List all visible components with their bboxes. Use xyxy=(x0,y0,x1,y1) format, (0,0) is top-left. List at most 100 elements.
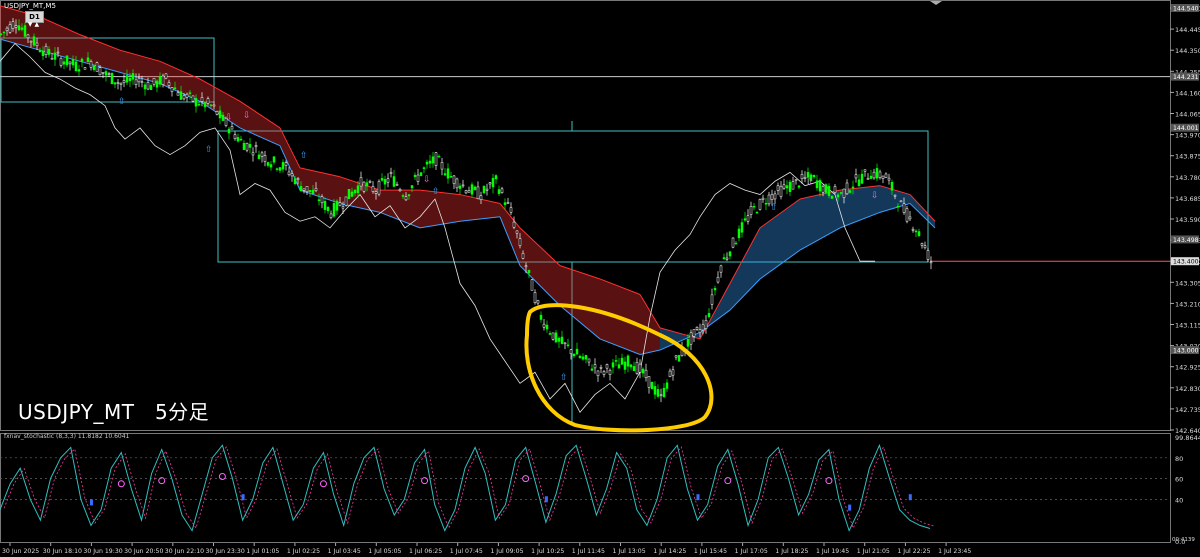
candle-body xyxy=(410,185,414,189)
candle-body xyxy=(146,82,150,90)
candle-body xyxy=(560,336,564,344)
candle-body xyxy=(251,152,255,156)
osc-marker xyxy=(218,473,226,481)
candle-body xyxy=(176,92,180,96)
candle-body xyxy=(260,152,264,157)
candle-body xyxy=(149,85,153,90)
candle-body xyxy=(779,185,783,197)
candle-body xyxy=(296,178,300,180)
candle-body xyxy=(914,230,918,233)
candle-body xyxy=(71,59,75,66)
candle-body xyxy=(131,73,135,80)
candle-body xyxy=(167,82,171,86)
candle-body xyxy=(386,178,390,183)
candle-body xyxy=(890,182,894,191)
candle-body xyxy=(194,98,198,107)
candle-body xyxy=(722,257,726,260)
candle-body xyxy=(179,91,183,100)
candle-body xyxy=(185,93,189,98)
candle-body xyxy=(110,72,114,85)
candle-body xyxy=(230,126,234,130)
candle-body xyxy=(695,327,699,330)
stochastic-oscillator xyxy=(0,443,1170,532)
osc-bar xyxy=(89,499,93,506)
candle-body xyxy=(716,276,720,283)
time-tick-label: 30 Jun 23:30 xyxy=(206,548,245,555)
candle-body xyxy=(770,194,774,200)
candle-body xyxy=(395,184,399,186)
time-tick-label: 1 Jul 02:25 xyxy=(287,548,320,555)
signal-arrow-up-icon: ⇧ xyxy=(205,145,213,155)
candle-body xyxy=(422,167,426,169)
candle-body xyxy=(380,178,384,181)
candle-body xyxy=(557,337,561,342)
level-marker-label: 143.400 xyxy=(1173,259,1199,266)
time-tick-label: 1 Jul 10:25 xyxy=(531,548,564,555)
candle-body xyxy=(563,342,567,345)
candle-body xyxy=(701,324,705,331)
candle-body xyxy=(740,222,744,233)
candle-body xyxy=(197,103,201,106)
candle-body xyxy=(320,196,324,204)
candle-body xyxy=(398,189,402,192)
price-tick-label: 142.830 xyxy=(1175,385,1200,393)
price-tick-label: 144.160 xyxy=(1175,89,1200,97)
candle-body xyxy=(530,279,534,291)
osc-tick-label: 80 xyxy=(1175,455,1183,463)
candle-body xyxy=(344,196,348,206)
candle-body xyxy=(764,203,768,205)
candle-body xyxy=(305,185,309,192)
candle-body xyxy=(524,265,528,268)
osc-bar xyxy=(241,494,245,501)
candle-body xyxy=(569,349,573,354)
candle-body xyxy=(332,203,336,217)
candle-body xyxy=(917,231,921,236)
candle-body xyxy=(341,206,345,209)
candle-body xyxy=(806,172,810,178)
candle-body xyxy=(635,361,639,374)
price-tick-label: 143.115 xyxy=(1175,322,1200,330)
candle-body xyxy=(26,34,30,39)
candle-body xyxy=(188,92,192,94)
candle-body xyxy=(359,177,363,187)
candle-body xyxy=(236,137,240,142)
candle-body xyxy=(314,188,318,191)
level-marker-label: 143.000 xyxy=(1173,348,1199,355)
candle-body xyxy=(434,152,438,166)
price-axis: 144.540144.445144.350144.255144.160144.0… xyxy=(1170,4,1200,546)
time-tick-label: 30 Jun 19:30 xyxy=(83,548,122,555)
timeframe-arrows[interactable]: ▼ ▲ xyxy=(25,21,42,29)
candle-body xyxy=(269,164,273,168)
candle-body xyxy=(401,195,405,197)
candle-body xyxy=(98,67,102,76)
chart-window[interactable]: ⇩⇩⇩⇩⇩⇧⇧⇧⇧⇧⇧ 144.540144.445144.350144.255… xyxy=(0,0,1200,557)
time-tick-label: 1 Jul 01:05 xyxy=(246,548,279,555)
candle-body xyxy=(905,208,909,222)
time-tick-label: 1 Jul 23:45 xyxy=(938,548,971,555)
price-chart[interactable]: ⇩⇩⇩⇩⇩⇧⇧⇧⇧⇧⇧ 144.540144.445144.350144.255… xyxy=(0,0,1200,557)
osc-marker xyxy=(319,480,327,488)
cloud-segment xyxy=(640,294,660,355)
candle-body xyxy=(317,199,321,202)
candle-body xyxy=(536,300,540,304)
candle-body xyxy=(509,207,513,213)
candle-body xyxy=(365,182,369,187)
candle-body xyxy=(203,102,207,108)
candle-body xyxy=(266,162,270,166)
candle-body xyxy=(128,77,132,82)
candle-body xyxy=(107,73,111,75)
time-tick-label: 1 Jul 06:25 xyxy=(409,548,442,555)
cloud-span-a xyxy=(909,194,936,222)
candle-body xyxy=(134,79,138,85)
candle-body xyxy=(599,367,603,369)
time-tick-label: 30 Jun 20:50 xyxy=(124,548,163,555)
candle-body xyxy=(356,185,360,194)
candle-body xyxy=(329,213,333,219)
candle-body xyxy=(137,78,141,83)
candle-body xyxy=(554,332,558,343)
candle-body xyxy=(761,197,765,200)
candle-body xyxy=(671,369,675,376)
signal-arrow-up-icon: ⇧ xyxy=(118,97,126,107)
candle-body xyxy=(641,368,645,374)
price-tick-label: 142.735 xyxy=(1175,406,1200,414)
